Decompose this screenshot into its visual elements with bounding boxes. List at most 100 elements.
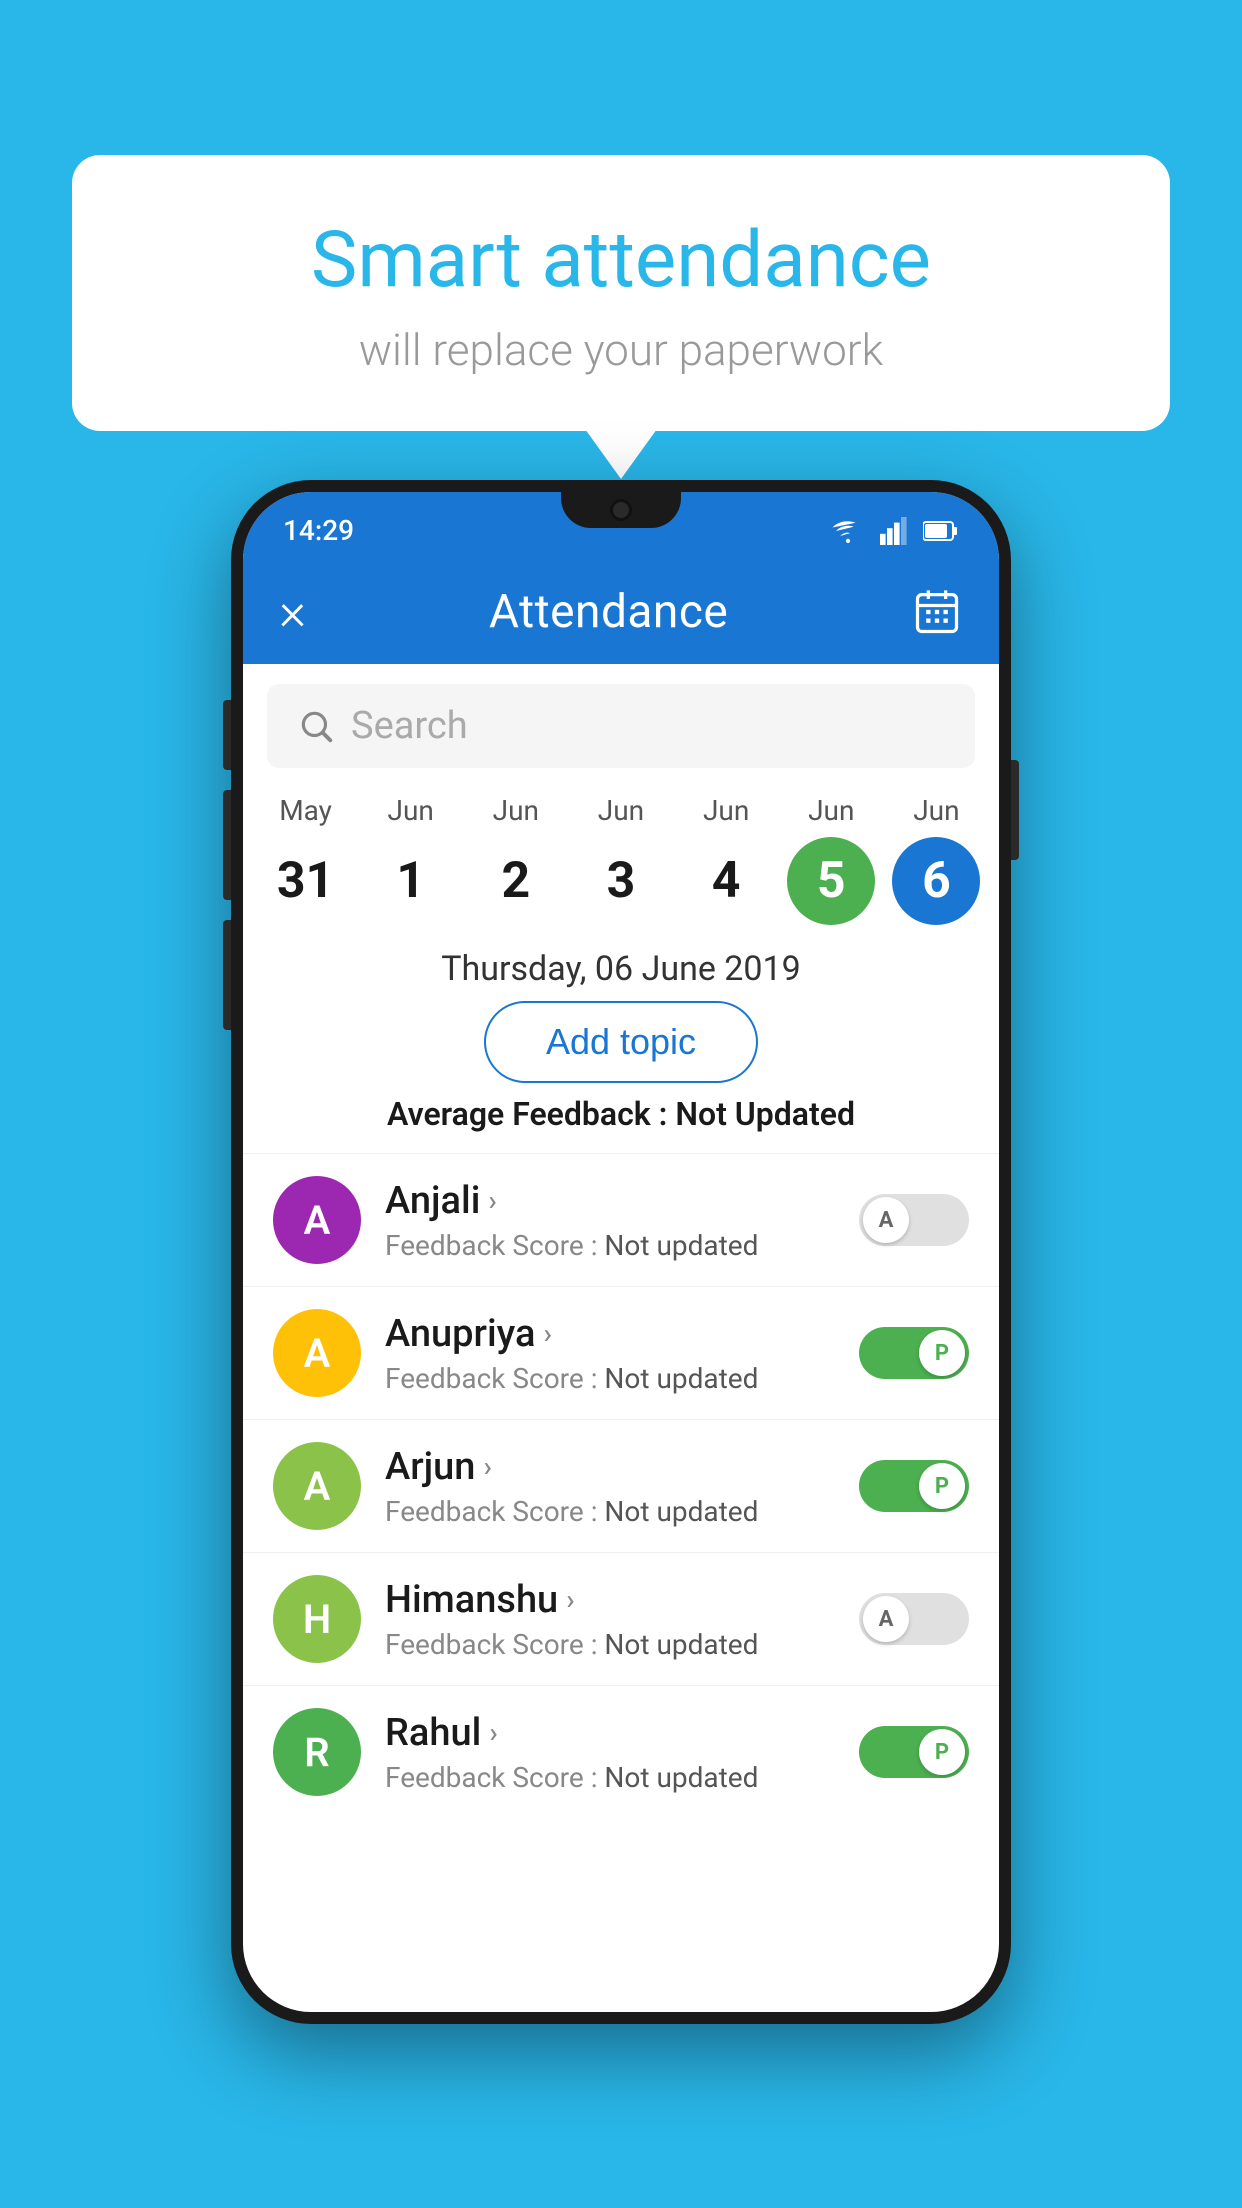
avg-feedback-value: Not Updated bbox=[675, 1095, 855, 1133]
bubble-title: Smart attendance bbox=[122, 215, 1120, 306]
phone-device: 14:29 bbox=[231, 480, 1011, 2024]
close-button[interactable]: × bbox=[279, 581, 306, 642]
toggle-knob: A bbox=[863, 1596, 909, 1642]
student-feedback: Feedback Score : Not updated bbox=[385, 1229, 835, 1262]
student-name: Anupriya › bbox=[385, 1312, 835, 1356]
student-item[interactable]: R Rahul › Feedback Score : Not updated P bbox=[243, 1685, 999, 1818]
attendance-toggle[interactable]: A bbox=[859, 1194, 969, 1246]
chevron-icon: › bbox=[543, 1317, 551, 1350]
avg-feedback-label: Average Feedback : bbox=[387, 1095, 675, 1133]
calendar-day[interactable]: Jun 4 bbox=[679, 794, 774, 925]
cal-date-label: 31 bbox=[262, 837, 350, 925]
student-info: Anjali › Feedback Score : Not updated bbox=[385, 1179, 835, 1262]
attendance-toggle[interactable]: P bbox=[859, 1726, 969, 1778]
calendar-strip: May 31 Jun 1 Jun 2 Jun 3 Jun 4 Jun 5 Jun 6 bbox=[243, 778, 999, 933]
chevron-icon: › bbox=[566, 1583, 574, 1616]
search-icon bbox=[297, 707, 335, 745]
calendar-day[interactable]: Jun 5 bbox=[784, 794, 879, 925]
attendance-toggle[interactable]: P bbox=[859, 1460, 969, 1512]
student-name: Anjali › bbox=[385, 1179, 835, 1223]
phone-screen: 14:29 bbox=[243, 492, 999, 2012]
signal-icon bbox=[879, 517, 909, 545]
student-info: Rahul › Feedback Score : Not updated bbox=[385, 1711, 835, 1794]
student-name: Arjun › bbox=[385, 1445, 835, 1489]
cal-month-label: Jun bbox=[703, 794, 749, 827]
student-feedback: Feedback Score : Not updated bbox=[385, 1362, 835, 1395]
app-title: Attendance bbox=[489, 585, 728, 639]
speech-bubble: Smart attendance will replace your paper… bbox=[72, 155, 1170, 431]
attendance-toggle-container[interactable]: A bbox=[859, 1194, 969, 1246]
volume-down-button bbox=[223, 790, 231, 900]
student-info: Himanshu › Feedback Score : Not updated bbox=[385, 1578, 835, 1661]
cal-month-label: May bbox=[279, 794, 332, 827]
volume-up-button bbox=[223, 700, 231, 770]
phone-notch bbox=[561, 492, 681, 528]
attendance-toggle[interactable]: A bbox=[859, 1593, 969, 1645]
feedback-value: Not updated bbox=[604, 1628, 758, 1661]
feedback-value: Not updated bbox=[604, 1362, 758, 1395]
search-placeholder: Search bbox=[351, 704, 468, 748]
cal-date-label: 2 bbox=[472, 837, 560, 925]
toggle-knob: P bbox=[919, 1463, 965, 1509]
cal-month-label: Jun bbox=[598, 794, 644, 827]
cal-month-label: Jun bbox=[913, 794, 959, 827]
feedback-value: Not updated bbox=[604, 1229, 758, 1262]
cal-date-label: 1 bbox=[367, 837, 455, 925]
feedback-value: Not updated bbox=[604, 1495, 758, 1528]
toggle-knob: A bbox=[863, 1197, 909, 1243]
feedback-value: Not updated bbox=[604, 1761, 758, 1794]
wifi-icon bbox=[831, 518, 865, 544]
cal-date-label: 4 bbox=[682, 837, 770, 925]
status-icons bbox=[831, 517, 959, 545]
student-feedback: Feedback Score : Not updated bbox=[385, 1628, 835, 1661]
calendar-icon[interactable] bbox=[911, 586, 963, 638]
front-camera bbox=[610, 499, 632, 521]
student-item[interactable]: A Anjali › Feedback Score : Not updated A bbox=[243, 1153, 999, 1286]
bubble-subtitle: will replace your paperwork bbox=[122, 324, 1120, 376]
student-name: Rahul › bbox=[385, 1711, 835, 1755]
student-feedback: Feedback Score : Not updated bbox=[385, 1495, 835, 1528]
student-avatar: A bbox=[273, 1176, 361, 1264]
chevron-icon: › bbox=[488, 1184, 496, 1217]
student-avatar: A bbox=[273, 1442, 361, 1530]
student-feedback: Feedback Score : Not updated bbox=[385, 1761, 835, 1794]
add-topic-button[interactable]: Add topic bbox=[484, 1001, 758, 1083]
student-list: AAnjali ›Feedback Score : Not updatedAAA… bbox=[243, 1153, 999, 1818]
cal-month-label: Jun bbox=[388, 794, 434, 827]
speech-bubble-container: Smart attendance will replace your paper… bbox=[72, 155, 1170, 431]
student-item[interactable]: A Anupriya › Feedback Score : Not updated P bbox=[243, 1286, 999, 1419]
chevron-icon: › bbox=[483, 1450, 491, 1483]
cal-date-label: 6 bbox=[892, 837, 980, 925]
cal-date-label: 3 bbox=[577, 837, 665, 925]
cal-date-label: 5 bbox=[787, 837, 875, 925]
avg-feedback: Average Feedback : Not Updated bbox=[243, 1095, 999, 1133]
student-info: Arjun › Feedback Score : Not updated bbox=[385, 1445, 835, 1528]
student-avatar: H bbox=[273, 1575, 361, 1663]
attendance-toggle-container[interactable]: A bbox=[859, 1593, 969, 1645]
battery-icon bbox=[923, 520, 959, 542]
toggle-knob: P bbox=[919, 1330, 965, 1376]
calendar-day[interactable]: Jun 2 bbox=[468, 794, 563, 925]
attendance-toggle[interactable]: P bbox=[859, 1327, 969, 1379]
app-bar: × Attendance bbox=[243, 559, 999, 664]
student-name: Himanshu › bbox=[385, 1578, 835, 1622]
student-item[interactable]: H Himanshu › Feedback Score : Not updated A bbox=[243, 1552, 999, 1685]
attendance-toggle-container[interactable]: P bbox=[859, 1327, 969, 1379]
calendar-day[interactable]: Jun 6 bbox=[889, 794, 984, 925]
attendance-toggle-container[interactable]: P bbox=[859, 1726, 969, 1778]
cal-month-label: Jun bbox=[493, 794, 539, 827]
search-bar[interactable]: Search bbox=[267, 684, 975, 768]
student-item[interactable]: A Arjun › Feedback Score : Not updated P bbox=[243, 1419, 999, 1552]
status-time: 14:29 bbox=[283, 514, 354, 547]
power-button bbox=[1011, 760, 1019, 860]
calendar-day[interactable]: Jun 3 bbox=[573, 794, 668, 925]
calendar-day[interactable]: Jun 1 bbox=[363, 794, 458, 925]
calendar-day[interactable]: May 31 bbox=[258, 794, 353, 925]
cal-month-label: Jun bbox=[808, 794, 854, 827]
student-avatar: A bbox=[273, 1309, 361, 1397]
silent-button bbox=[223, 920, 231, 1030]
student-avatar: R bbox=[273, 1708, 361, 1796]
attendance-toggle-container[interactable]: P bbox=[859, 1460, 969, 1512]
phone-outer: 14:29 bbox=[231, 480, 1011, 2024]
selected-date-label: Thursday, 06 June 2019 bbox=[243, 949, 999, 989]
